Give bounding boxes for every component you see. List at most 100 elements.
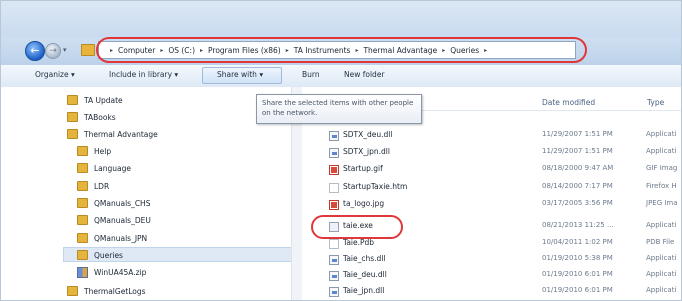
file-row[interactable]: SDTX_deu.dll 11/29/2007 1:51 PM Applicati [321,129,681,143]
file-type: PDB File [646,238,675,246]
burn-button[interactable]: Burn [302,70,320,79]
file-date: 08/14/2000 7:17 PM [542,182,613,190]
dll-icon [329,271,339,281]
title-bar [1,1,681,37]
file-name: SDTX_jpn.dll [343,147,390,156]
file-date: 01/19/2010 6:01 PM [542,270,613,278]
nav-item-label: ThermalGetLogs [84,286,146,296]
path-highlight-annotation [96,37,587,63]
nav-item-thermalgetlogs[interactable]: ThermalGetLogs [67,284,146,298]
file-date: 08/18/2000 9:47 AM [542,164,614,172]
file-name: Taie_deu.dll [343,270,387,279]
file-date: 01/19/2010 5:38 PM [542,254,613,262]
nav-item-qmanuals-jpn[interactable]: QManuals_JPN [77,231,147,245]
command-bar [1,65,681,88]
dll-icon [329,255,339,265]
nav-item-label: Help [94,146,112,156]
organize-button[interactable]: Organize ▾ [35,70,75,79]
nav-item-label: QManuals_DEU [94,215,151,225]
recent-pages-dropdown[interactable]: ▾ [63,46,67,54]
folder-icon [81,44,95,56]
nav-item-label: QManuals_JPN [94,233,148,243]
file-type: GIF Imag [646,164,678,172]
file-row[interactable]: StartupTaxie.htm 08/14/2000 7:17 PM Firefo… [321,181,681,195]
include-in-library-button[interactable]: Include in library ▾ [109,70,178,79]
folder-icon [77,146,88,156]
folder-icon [77,233,88,243]
folder-icon [77,250,88,260]
nav-item-language[interactable]: Language [77,161,131,175]
column-header-type[interactable]: Type [647,98,664,107]
file-name: StartupTaxie.htm [343,182,408,191]
file-date: 03/17/2005 3:56 PM [542,199,613,207]
back-button[interactable]: ← [25,41,45,61]
folder-icon [67,286,78,296]
nav-item-label: TABooks [84,112,116,122]
zip-icon [77,266,88,278]
folder-icon [77,215,88,225]
folder-icon [77,163,88,173]
file-type: Applicati [646,286,677,294]
file-type: Applicati [646,254,677,262]
nav-item-ldr[interactable]: LDR [77,179,109,193]
file-name: Taie_chs.dll [343,254,386,263]
file-type: Firefox H [646,182,677,190]
dll-icon [329,148,339,158]
image-icon [329,165,339,175]
nav-item-qmanuals-deu[interactable]: QManuals_DEU [77,213,151,227]
file-type: JPEG Ima [646,199,678,207]
nav-item-label: WinUA45A.zip [94,267,147,277]
pdb-icon [329,239,339,249]
nav-item-label: Language [94,163,132,173]
file-name: ta_logo.jpg [343,199,385,208]
explorer-window: ← → ▾ ▸ Computer ▸ OS (C:) ▸ Program Fil… [0,0,682,301]
folder-icon [67,129,78,139]
file-row[interactable]: Taie_deu.dll 01/19/2010 6:01 PM Applicati [321,269,681,283]
file-date: 10/04/2011 1:02 PM [542,238,613,246]
file-name: SDTX_deu.dll [343,130,393,139]
file-date: 11/29/2007 1:51 PM [542,147,613,155]
file-date: 08/21/2013 11:25 ... [542,221,614,229]
folder-icon [67,112,78,122]
file-type: Applicati [646,270,677,278]
file-date: 11/29/2007 1:51 PM [542,130,613,138]
new-folder-button[interactable]: New folder [344,70,385,79]
exe-highlight-annotation [311,215,403,239]
column-header-date-modified[interactable]: Date modified [542,98,595,107]
file-name: Taie_jpn.dll [343,286,385,295]
nav-item-thermal-advantage[interactable]: Thermal Advantage [67,127,158,141]
file-date: 01/19/2010 6:01 PM [542,286,613,294]
nav-item-label: Thermal Advantage [84,129,158,139]
nav-item-tabooks[interactable]: TABooks [67,110,116,124]
share-with-button[interactable]: Share with ▾ [217,70,263,79]
file-row[interactable]: Taie_chs.dll 01/19/2010 5:38 PM Applicati [321,253,681,267]
nav-item-label: Queries [94,250,123,260]
file-name: Taie.Pdb [343,238,375,247]
nav-item-help[interactable]: Help [77,144,111,158]
image-icon [329,200,339,210]
dll-icon [329,131,339,141]
nav-item-label: TA Update [84,95,123,105]
file-type: Applicati [646,147,677,155]
file-row[interactable]: ta_logo.jpg 03/17/2005 3:56 PM JPEG Ima [321,198,681,212]
nav-item-qmanuals-chs[interactable]: QManuals_CHS [77,196,150,210]
file-type: Applicati [646,221,677,229]
nav-item-label: QManuals_CHS [94,198,151,208]
share-tooltip: Share the selected items with other peop… [256,94,422,124]
html-icon [329,183,339,193]
forward-button[interactable]: → [45,43,61,59]
nav-item-winua45a-zip[interactable]: WinUA45A.zip [77,265,146,279]
dll-icon [329,287,339,297]
file-row[interactable]: Startup.gif 08/18/2000 9:47 AM GIF Imag [321,163,681,177]
file-type: Applicati [646,130,677,138]
folder-icon [77,181,88,191]
file-row[interactable]: SDTX_jpn.dll 11/29/2007 1:51 PM Applicati [321,146,681,160]
file-name: Startup.gif [343,164,383,173]
nav-item-ta-update[interactable]: TA Update [67,93,123,107]
back-arrow-icon: ← [30,44,40,57]
folder-icon [67,95,78,105]
file-row[interactable]: Taie.Pdb 10/04/2011 1:02 PM PDB File [321,237,681,251]
nav-item-queries[interactable]: Queries [77,248,123,262]
file-row[interactable]: Taie_jpn.dll 01/19/2010 6:01 PM Applicati [321,285,681,299]
nav-item-label: LDR [94,181,110,191]
